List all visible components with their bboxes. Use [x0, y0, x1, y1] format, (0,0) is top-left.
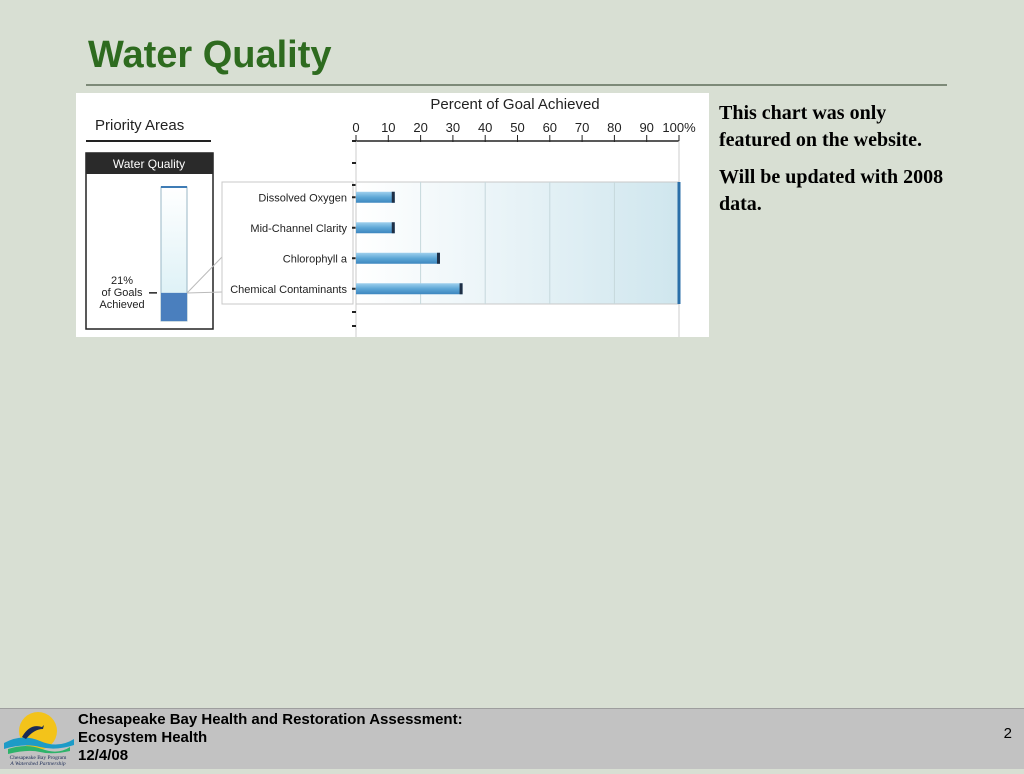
footer-text: Chesapeake Bay Health and Restoration As…: [78, 711, 463, 765]
overall-value-label-line2: of Goals: [102, 287, 143, 299]
side-note-line-2: Will be updated with 2008 data.: [719, 166, 944, 215]
bar: [356, 222, 395, 234]
bar-end-cap: [436, 252, 440, 264]
overall-value-label-line3: Achieved: [99, 299, 144, 311]
chart-panel: Priority Areas Water Quality 21% of Goal…: [76, 93, 709, 337]
x-tick-label: 90: [639, 120, 653, 135]
category-label: Chemical Contaminants: [230, 284, 347, 296]
x-tick-label: 20: [413, 120, 427, 135]
x-tick-label: 100%: [662, 120, 696, 135]
category-label: Dissolved Oxygen: [258, 192, 347, 204]
bar-end-cap: [391, 222, 395, 234]
priority-column-label: Water Quality: [113, 157, 185, 171]
bar: [356, 191, 395, 203]
footer-line-1: Chesapeake Bay Health and Restoration As…: [78, 711, 463, 728]
bar-end-cap: [459, 283, 463, 295]
x-tick-label: 30: [446, 120, 460, 135]
footer-line-3: 12/4/08: [78, 747, 129, 764]
category-label: Chlorophyll a: [283, 253, 348, 265]
x-tick-label: 70: [575, 120, 589, 135]
bar: [356, 283, 463, 295]
chart-title: Percent of Goal Achieved: [430, 96, 599, 113]
page-number: 2: [1003, 725, 1012, 742]
x-tick-label: 40: [478, 120, 492, 135]
priority-areas-heading: Priority Areas: [95, 117, 184, 134]
slide-title: Water Quality: [88, 34, 332, 76]
goal-chart: Priority Areas Water Quality 21% of Goal…: [85, 96, 696, 337]
overall-value-label: 21%: [111, 275, 133, 287]
side-note-line-1: This chart was only featured on the webs…: [719, 102, 922, 151]
footer-line-2: Ecosystem Health: [78, 729, 208, 746]
category-label: Mid-Channel Clarity: [250, 223, 347, 235]
bar: [356, 252, 440, 264]
x-tick-label: 0: [352, 120, 359, 135]
title-divider: [86, 84, 947, 86]
overall-gauge-fill: [161, 292, 187, 321]
x-tick-label: 80: [607, 120, 621, 135]
logo-tagline: A Watershed Partnership: [10, 761, 66, 768]
footer-bar: Chesapeake Bay Program A Watershed Partn…: [0, 708, 1024, 769]
x-tick-label: 60: [543, 120, 557, 135]
bar-end-cap: [391, 191, 395, 203]
side-note: This chart was only featured on the webs…: [719, 100, 949, 228]
x-tick-label: 10: [381, 120, 395, 135]
chesapeake-bay-program-logo-icon: Chesapeake Bay Program A Watershed Partn…: [0, 709, 76, 769]
x-tick-label: 50: [510, 120, 524, 135]
